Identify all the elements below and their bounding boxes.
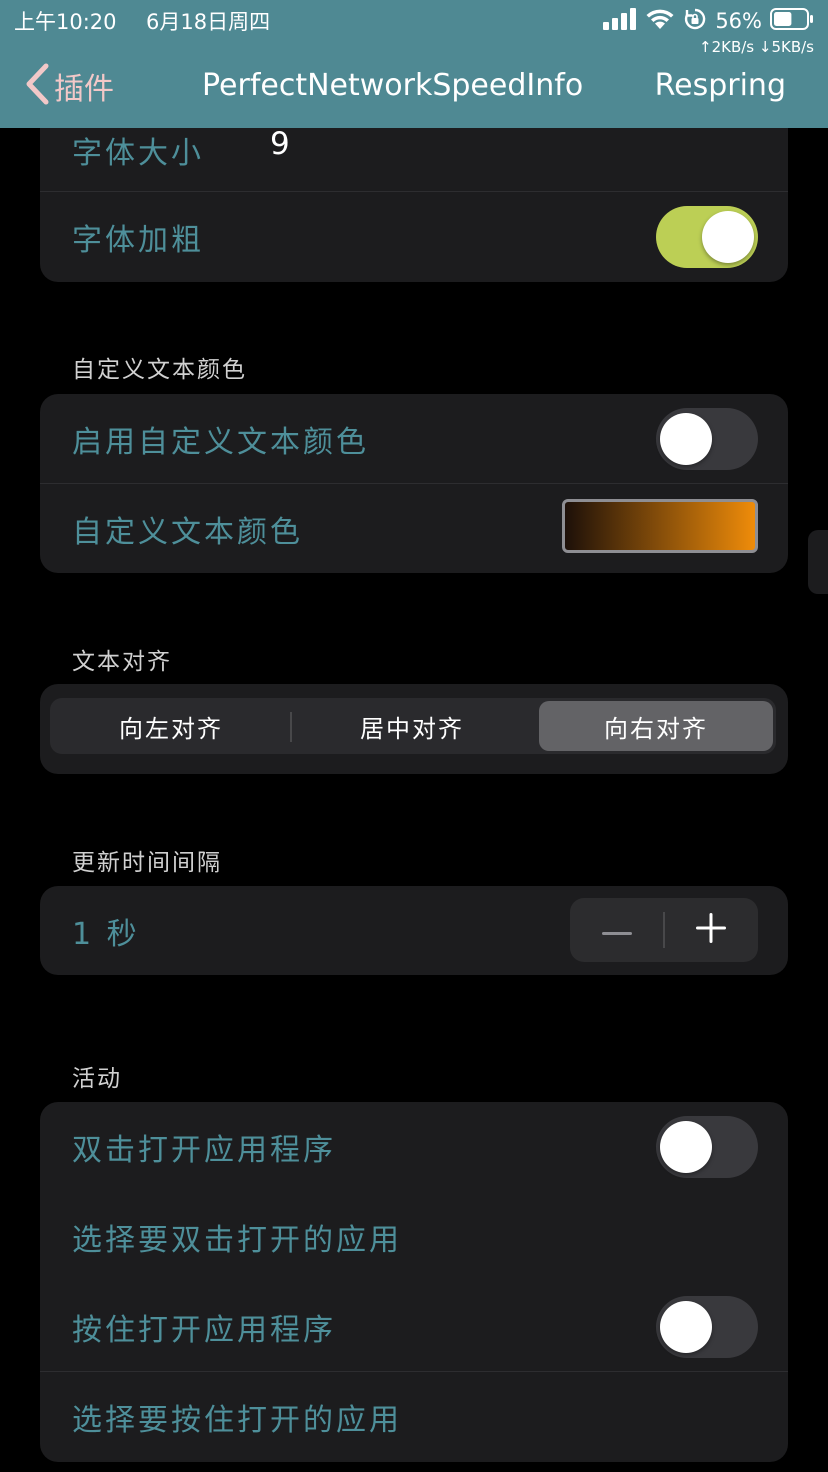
enable-custom-color-label: 启用自定义文本颜色 <box>72 425 369 460</box>
hold-label: 按住打开应用程序 <box>72 1313 336 1348</box>
font-size-value[interactable]: 9 <box>270 126 290 162</box>
font-bold-row: 字体加粗 <box>40 192 788 282</box>
section-header-custom-color: 自定义文本颜色 <box>72 357 247 383</box>
alignment-segmented-control: 向左对齐 居中对齐 向右对齐 <box>50 698 776 754</box>
hold-app-label: 选择要按住打开的应用 <box>72 1403 402 1438</box>
hold-app-row[interactable]: 选择要按住打开的应用 <box>40 1372 788 1462</box>
rotation-lock-icon <box>683 7 707 35</box>
enable-custom-color-row: 启用自定义文本颜色 <box>40 394 788 484</box>
double-tap-app-label: 选择要双击打开的应用 <box>72 1223 402 1258</box>
segment-align-right[interactable]: 向右对齐 <box>539 701 773 751</box>
edge-handle[interactable] <box>808 530 828 594</box>
double-tap-app-row[interactable]: 选择要双击打开的应用 <box>40 1192 788 1282</box>
update-interval-group: 1 秒 <box>40 886 788 975</box>
status-date: 6月18日周四 <box>146 10 271 34</box>
double-tap-label: 双击打开应用程序 <box>72 1133 336 1168</box>
color-well[interactable] <box>562 499 758 553</box>
toggle-knob <box>660 1121 712 1173</box>
minus-icon <box>602 921 632 940</box>
font-bold-label: 字体加粗 <box>72 223 204 258</box>
network-speed: ↑2KB/s ↓5KB/s <box>699 38 814 56</box>
segment-divider <box>290 712 292 742</box>
hold-row: 按住打开应用程序 <box>40 1282 788 1372</box>
status-time: 上午10:20 <box>14 10 117 34</box>
nav-header: 上午10:20 6月18日周四 56% ↑2KB/s ↓5KB/s 插件 Per… <box>0 0 828 128</box>
signal-icon <box>603 8 637 34</box>
plus-icon <box>696 913 726 947</box>
decrement-button[interactable] <box>570 898 664 962</box>
custom-color-label: 自定义文本颜色 <box>72 514 303 550</box>
wifi-icon <box>645 8 675 34</box>
back-button[interactable]: 插件 <box>24 63 114 109</box>
double-tap-toggle[interactable] <box>656 1116 758 1178</box>
increment-button[interactable] <box>664 898 758 962</box>
segment-align-center[interactable]: 居中对齐 <box>294 701 530 751</box>
battery-icon <box>770 7 814 35</box>
update-interval-value: 1 秒 <box>72 916 140 952</box>
section-header-activity: 活动 <box>72 1066 122 1092</box>
chevron-left-icon <box>24 63 50 109</box>
double-tap-row: 双击打开应用程序 <box>40 1102 788 1192</box>
respring-button[interactable]: Respring <box>655 64 786 108</box>
segment-align-left[interactable]: 向左对齐 <box>53 701 289 751</box>
alignment-group: 向左对齐 居中对齐 向右对齐 <box>40 684 788 774</box>
section-header-alignment: 文本对齐 <box>72 649 172 675</box>
activity-group: 双击打开应用程序 选择要双击打开的应用 按住打开应用程序 选择要按住打开的应用 <box>40 1102 788 1462</box>
custom-color-group: 启用自定义文本颜色 自定义文本颜色 <box>40 394 788 573</box>
back-label: 插件 <box>54 72 114 107</box>
toggle-knob <box>660 1301 712 1353</box>
font-bold-toggle[interactable] <box>656 206 758 268</box>
status-indicators: 56% <box>603 6 814 36</box>
toggle-knob <box>660 413 712 465</box>
battery-percent: 56% <box>715 9 762 33</box>
page-title: PerfectNetworkSpeedInfo <box>202 68 584 103</box>
interval-stepper <box>570 898 758 962</box>
section-header-update-interval: 更新时间间隔 <box>72 850 222 876</box>
enable-custom-color-toggle[interactable] <box>656 408 758 470</box>
custom-color-row: 自定义文本颜色 <box>40 484 788 573</box>
toggle-knob <box>702 211 754 263</box>
hold-toggle[interactable] <box>656 1296 758 1358</box>
